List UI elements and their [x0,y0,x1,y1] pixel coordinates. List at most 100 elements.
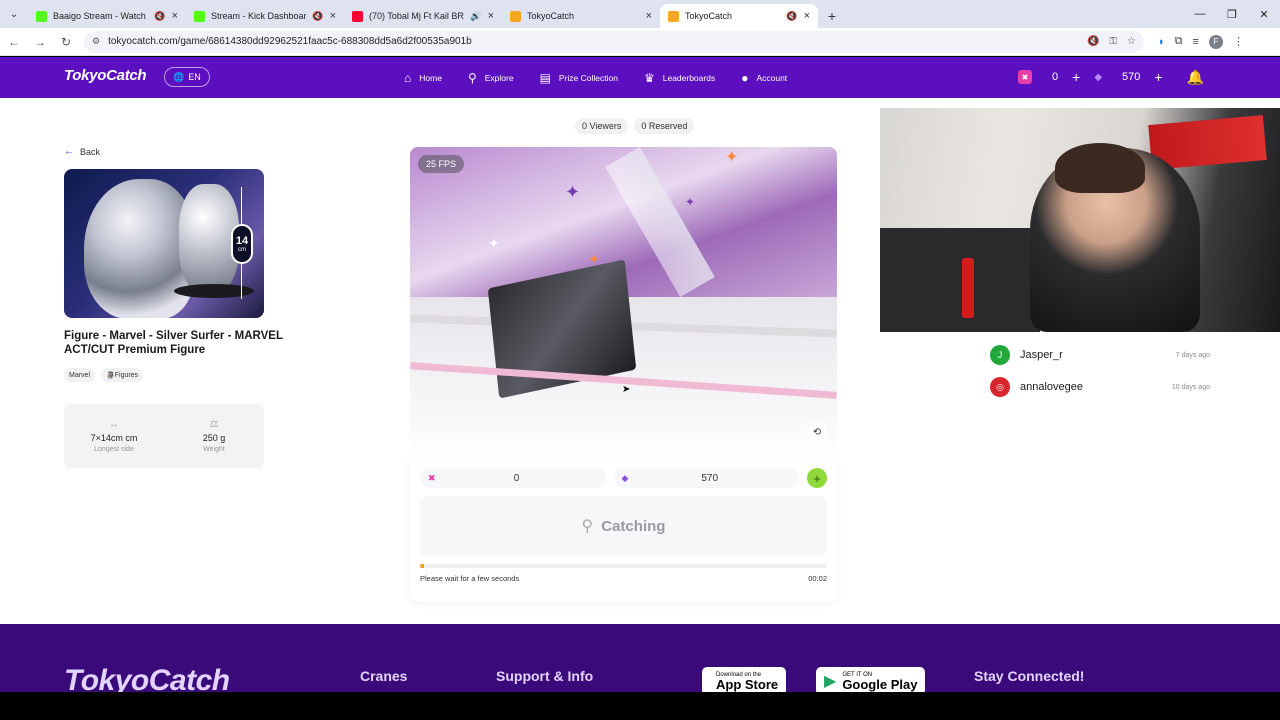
star-decoration: ✦ [565,182,581,202]
close-tab-icon[interactable]: × [804,10,810,22]
google-play-button[interactable]: ▶ GET IT ON Google Play [816,667,926,692]
wallet: ✖ 0 + ◆ 570 + 🔔 [1018,65,1204,89]
tag-chip[interactable]: 🗿Figures [101,368,144,382]
player-name: annalovegee [1020,381,1084,393]
nav-account[interactable]: ● Account [741,71,787,85]
close-tab-icon[interactable]: × [488,10,494,22]
tag-chip[interactable]: Marvel [64,368,96,382]
globe-icon: 🌐 [173,71,185,82]
forward-arrow-icon[interactable]: → [28,30,52,54]
product-image[interactable]: 14 cm [64,169,264,318]
extensions-puzzle-icon[interactable]: ⧉ [1175,35,1183,48]
home-icon: ⌂ [404,70,412,85]
box-icon: ▤ [539,70,551,85]
camera-switch-icon[interactable]: ⟲ [807,422,827,442]
language-selector[interactable]: 🌐 EN [164,67,210,87]
close-tab-icon[interactable]: × [330,10,336,22]
site-logo[interactable]: TokyoCatch [64,67,147,84]
star-decoration: ✦ [685,195,696,209]
browser-tab[interactable]: Stream - Kick Dashboard 🔇 × [186,4,344,28]
nav-prize-collection[interactable]: ▤ Prize Collection [540,71,618,85]
ticket-balance: 0 [1052,71,1059,83]
viewers-count: 0 Viewers [575,118,629,134]
screen-bottom-bar [0,692,1280,720]
language-label: EN [188,72,201,82]
bookmark-star-icon[interactable]: ☆ [1127,36,1136,47]
ticket-icon: ✖ [1018,70,1032,84]
media-muted-icon[interactable]: 🔇 [1087,36,1099,47]
gem-balance-pill: ◆ 570 [613,468,799,488]
product-specs: ↔ 7×14cm cm Longest side ⚖ 250 g Weight [64,404,264,468]
url-input[interactable]: ⚙ tokyocatch.com/game/68614380dd92962521… [84,30,1144,53]
footer-logo[interactable]: TokyoCatch [64,664,230,692]
recent-winners-list: J Jasper_r 7 days ago ◎ annalovegee 10 d… [990,344,1210,408]
extension-icon[interactable]: ◗ [1158,36,1165,48]
add-balance-button[interactable]: + [807,468,827,488]
minimize-icon[interactable]: — [1184,0,1216,28]
address-bar: ← → ↻ ⚙ tokyocatch.com/game/68614380dd92… [0,28,1280,56]
reload-icon[interactable]: ↻ [54,30,78,54]
close-tab-icon[interactable]: × [172,10,178,22]
browser-tab[interactable]: Baaigo Stream - Watch Live 🔇 × [28,4,186,28]
weight-icon: ⚖ [209,419,219,430]
figure-base [174,284,254,298]
browser-tab[interactable]: (70) Tobal Mj Ft Kail BRL x C 🔊 × [344,4,502,28]
kick-favicon-icon [194,10,205,22]
wait-text: Please wait for a few seconds [420,574,520,583]
progress-fill [420,564,425,568]
avatar-target-icon: ◎ [990,377,1010,397]
site-header: TokyoCatch 🌐 EN ⌂ Home ⚲ Explore ▤ Prize… [0,57,1280,98]
game-control-panel: ✖ 0 ◆ 570 + ⚲ Catching Please wait for a… [410,458,837,602]
window-controls: — ❐ ✕ [1184,0,1280,28]
spec-size: ↔ 7×14cm cm Longest side [64,404,164,468]
nav-leaderboards[interactable]: ♛ Leaderboards [644,71,715,85]
ticket-balance-value: 0 [513,472,520,484]
add-gems-button[interactable]: + [1154,69,1162,85]
back-arrow-icon: ← [64,146,74,157]
tab-title: TokyoCatch [527,11,575,21]
audio-icon[interactable]: 🔊 [470,11,481,22]
wait-row: Please wait for a few seconds 00:02 [420,574,827,583]
gem-balance-value: 570 [701,472,719,484]
catch-progress-bar [420,564,827,568]
claw-machine-stream[interactable]: ✦ ✦ ✦ ✦ ✦ 25 FPS ⟲ ➤ [410,147,837,458]
password-key-icon[interactable]: ⚿ [1109,36,1117,47]
back-link[interactable]: ← Back [64,146,100,157]
mute-icon[interactable]: 🔇 [786,11,797,22]
nav-home[interactable]: ⌂ Home [404,71,442,85]
site-info-icon[interactable]: ⚙ [92,36,100,47]
browser-tab-active[interactable]: TokyoCatch 🔇 × [660,4,818,28]
player-name: Jasper_r [1020,349,1063,361]
ticket-balance-pill: ✖ 0 [420,468,606,488]
back-arrow-icon[interactable]: ← [2,30,26,54]
close-tab-icon[interactable]: × [646,10,652,22]
player-time: 7 days ago [1175,351,1210,359]
footer-stay-connected-heading: Stay Connected! [974,668,1085,684]
restore-icon[interactable]: ❐ [1216,0,1248,28]
app-store-button[interactable]: Download on the App Store [702,667,787,692]
notification-bell-icon[interactable]: 🔔 [1187,69,1204,86]
reserved-count: 0 Reserved [634,118,695,134]
user-icon: ● [741,70,749,85]
profile-avatar[interactable]: F [1208,34,1223,49]
add-tickets-button[interactable]: + [1072,69,1080,85]
browser-tab[interactable]: TokyoCatch × [502,4,660,28]
player-time: 10 days ago [1171,383,1210,391]
streamer-hair [1055,143,1145,193]
nav-explore[interactable]: ⚲ Explore [468,71,514,85]
youtube-favicon-icon [352,10,363,22]
catching-button[interactable]: ⚲ Catching [420,496,827,556]
google-play-icon: ▶ [824,673,837,690]
mute-icon[interactable]: 🔇 [312,11,323,22]
nav-label: Explore [484,72,514,83]
nav-label: Leaderboards [662,72,716,83]
tab-search-button[interactable]: ⌄ [0,0,28,28]
tab-title: Stream - Kick Dashboard [211,11,307,21]
mute-icon[interactable]: 🔇 [154,11,165,22]
star-decoration: ✦ [488,235,500,251]
more-menu-icon[interactable]: ⋮ [1233,35,1244,48]
tab-title: TokyoCatch [685,11,733,21]
new-tab-button[interactable]: + [818,4,846,28]
media-control-icon[interactable]: ≡ [1193,36,1199,48]
close-window-icon[interactable]: ✕ [1248,0,1280,28]
